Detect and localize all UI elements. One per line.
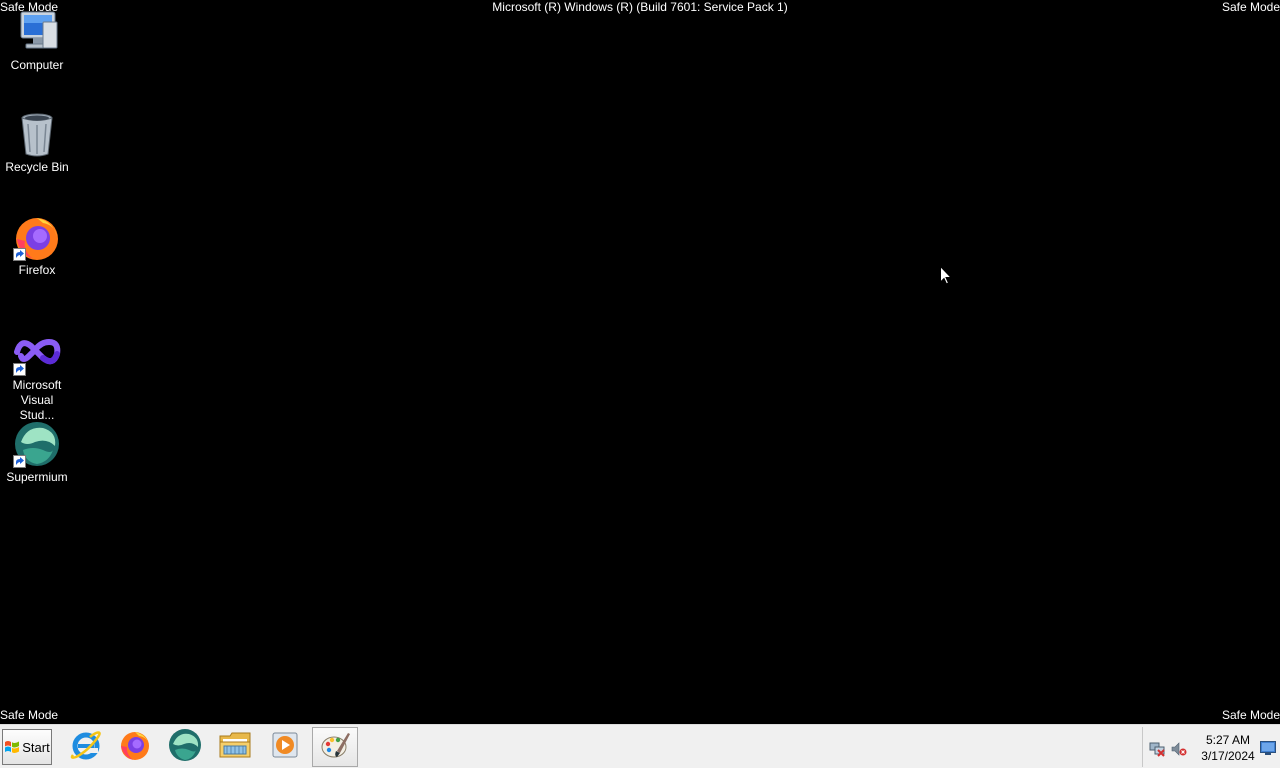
- desktop-icon-label: Supermium: [6, 470, 68, 484]
- desktop-icon-label: Firefox: [18, 263, 56, 277]
- firefox-icon: [119, 729, 151, 766]
- shortcut-arrow-icon: [13, 455, 26, 468]
- desktop-icon-computer[interactable]: Computer: [2, 8, 72, 73]
- safe-mode-label-top-right: Safe Mode: [1221, 0, 1280, 14]
- desktop-icon-visual-studio[interactable]: Microsoft Visual Stud...: [2, 328, 72, 423]
- desktop-icon-label: Computer: [10, 58, 64, 72]
- taskbar-media-player-button[interactable]: [262, 727, 308, 767]
- show-desktop-icon[interactable]: [1260, 741, 1276, 755]
- safe-mode-label-bottom-right: Safe Mode: [1221, 708, 1280, 722]
- clock-date: 3/17/2024: [1201, 749, 1255, 763]
- desktop-icon-recycle-bin[interactable]: Recycle Bin: [2, 110, 72, 175]
- computer-icon: [13, 8, 61, 56]
- clock-time: 5:27 AM: [1205, 733, 1251, 747]
- desktop-icon-firefox[interactable]: Firefox: [2, 213, 72, 278]
- taskbar: Start 5:27 AM 3/17/2024: [0, 724, 1280, 768]
- windows-logo-icon: [4, 739, 20, 755]
- mouse-cursor-icon: [940, 265, 953, 290]
- taskbar-firefox-button[interactable]: [112, 727, 158, 767]
- taskbar-supermium-button[interactable]: [162, 727, 208, 767]
- taskbar-paint-button[interactable]: [312, 727, 358, 767]
- build-info-label: Microsoft (R) Windows (R) (Build 7601: S…: [492, 0, 788, 14]
- visual-studio-icon: [13, 328, 61, 376]
- paint-icon: [319, 729, 351, 766]
- internet-explorer-icon: [70, 729, 102, 766]
- start-button[interactable]: Start: [2, 729, 52, 765]
- desktop-icon-label: Recycle Bin: [5, 160, 69, 174]
- system-tray: 5:27 AM 3/17/2024: [1142, 727, 1280, 767]
- supermium-icon: [13, 420, 61, 468]
- safe-mode-label-bottom-left: Safe Mode: [0, 708, 59, 722]
- file-explorer-icon: [218, 730, 252, 765]
- start-label: Start: [22, 739, 50, 755]
- desktop-icon-supermium[interactable]: Supermium: [2, 420, 72, 485]
- shortcut-arrow-icon: [13, 363, 26, 376]
- volume-muted-icon[interactable]: [1171, 741, 1187, 757]
- firefox-icon: [13, 213, 61, 261]
- taskbar-file-explorer-button[interactable]: [212, 727, 258, 767]
- taskbar-internet-explorer-button[interactable]: [63, 727, 109, 767]
- shortcut-arrow-icon: [13, 248, 26, 261]
- clock[interactable]: 5:27 AM 3/17/2024: [1195, 732, 1261, 764]
- network-disconnected-icon[interactable]: [1149, 741, 1165, 757]
- recycle-bin-icon: [13, 110, 61, 158]
- supermium-icon: [168, 728, 202, 767]
- media-player-icon: [270, 730, 300, 765]
- desktop-icon-label: Microsoft Visual Stud...: [12, 378, 62, 422]
- desktop[interactable]: Safe Mode Microsoft (R) Windows (R) (Bui…: [0, 0, 1280, 724]
